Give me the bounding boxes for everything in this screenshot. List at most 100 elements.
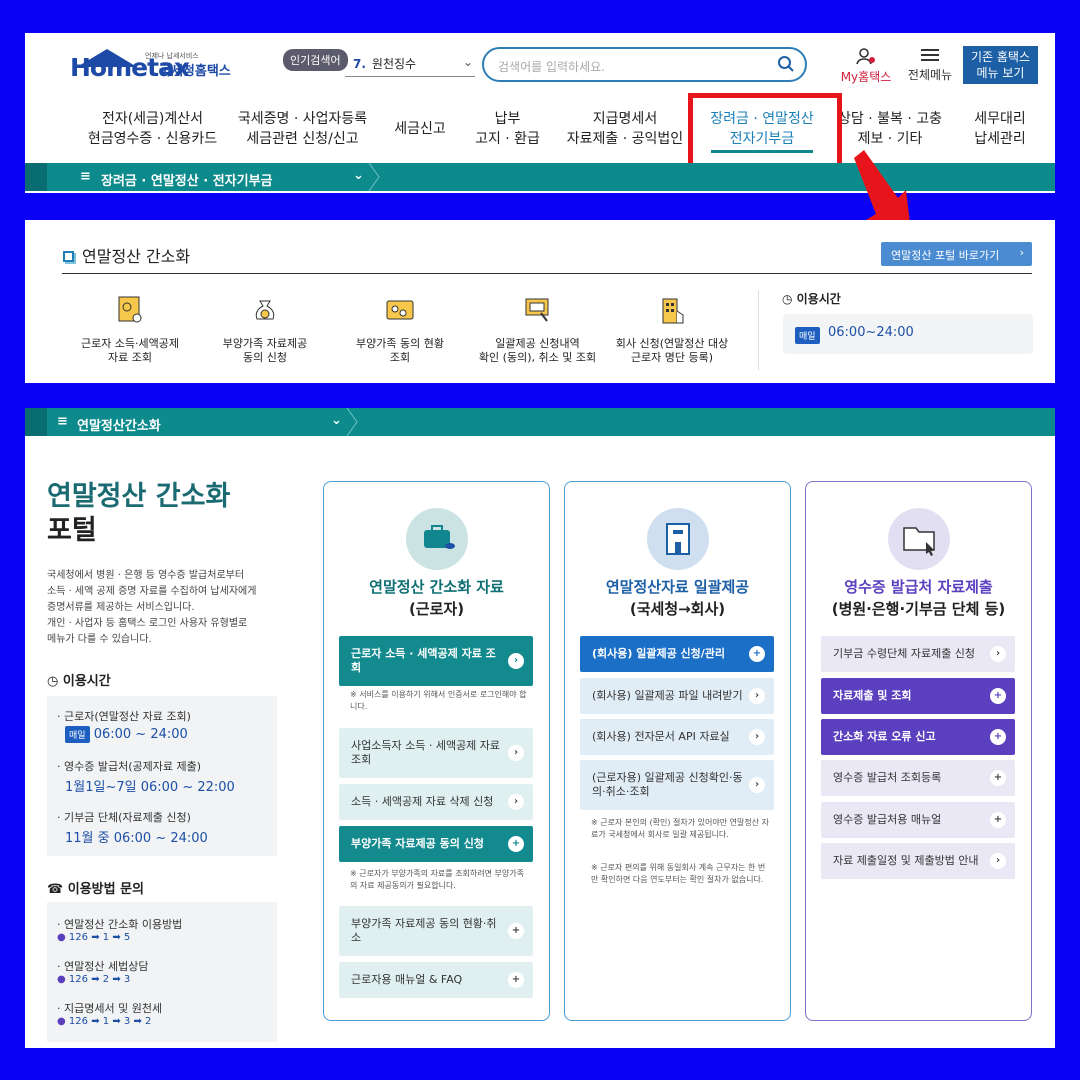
chevron-right-icon: › bbox=[990, 853, 1006, 869]
card-menu-item[interactable]: 근로자 소득 · 세액공제 자료 조회 › bbox=[339, 636, 533, 686]
card-menu-item[interactable]: 간소화 자료 오류 신고 + bbox=[821, 719, 1015, 755]
card-menu-label: 영수증 발급처용 매뉴얼 bbox=[833, 813, 942, 826]
hamburger-icon bbox=[921, 49, 939, 61]
service-company-application[interactable]: 회사 신청(연말정산 대상 근로자 명단 등록) bbox=[607, 295, 737, 365]
nav-label: 세무대리 bbox=[974, 111, 1026, 127]
inquiry-steps: ● 126 ➡ 2 ➡ 3 bbox=[57, 974, 131, 985]
briefcase-icon bbox=[406, 508, 468, 570]
id-card-icon bbox=[386, 300, 414, 320]
card-menu-item[interactable]: 영수증 발급처 조회등록 + bbox=[821, 760, 1015, 796]
card-menu-item[interactable]: 부양가족 자료제공 동의 신청 + bbox=[339, 826, 533, 862]
nav-label: 국세증명 · 사업자등록 bbox=[237, 111, 368, 127]
portal-shortcut-button[interactable]: 연말정산 포털 바로가기 › bbox=[881, 242, 1032, 266]
nav-payment[interactable]: 납부 고지 · 환급 bbox=[465, 109, 550, 149]
section-divider bbox=[62, 273, 1032, 274]
card-menu-label: (회사용) 일괄제공 신청/관리 bbox=[592, 647, 726, 660]
card-menu-item[interactable]: 기부금 수령단체 자료제출 신청 › bbox=[821, 636, 1015, 672]
service-label: 동의 신청 bbox=[243, 351, 287, 364]
phone-circle-icon: ● bbox=[57, 932, 66, 943]
chevron-right-icon: › bbox=[990, 646, 1006, 662]
service-dependent-status[interactable]: 부양가족 동의 현황 조회 bbox=[340, 295, 460, 365]
use-time-heading: ◷ 이용시간 bbox=[47, 670, 111, 689]
search-input[interactable]: 검색어를 입력하세요. bbox=[482, 47, 807, 82]
nav-certificates[interactable]: 국세증명 · 사업자등록세금관련 신청/신고 bbox=[230, 109, 375, 149]
card-menu-label: 부양가족 자료제공 동의 신청 bbox=[351, 837, 484, 850]
breadcrumb-divider-icon bbox=[368, 163, 380, 191]
card-title-line1: 영수증 발급처 자료제출 bbox=[844, 578, 993, 596]
search-icon[interactable] bbox=[777, 55, 795, 73]
inquiry-steps: ● 126 ➡ 1 ➡ 5 bbox=[57, 932, 131, 943]
square-bullet-icon bbox=[63, 251, 74, 262]
my-hometax-label: My홈택스 bbox=[840, 70, 892, 84]
step: 126 bbox=[68, 1016, 89, 1027]
phone-circle-icon: ● bbox=[57, 974, 66, 985]
breadcrumb-bar[interactable]: ≡ 연말정산간소화 ⌄ bbox=[25, 408, 1055, 436]
card-title: 연말정산 간소화 자료 (근로자) bbox=[324, 576, 549, 620]
daily-badge: 매일 bbox=[65, 726, 90, 743]
card-menu-item[interactable]: 소득 · 세액공제 자료 삭제 신청 › bbox=[339, 784, 533, 820]
breadcrumb-label: 장려금 · 연말정산 · 전자기부금 bbox=[101, 174, 273, 189]
card-menu-item[interactable]: 근로자용 매뉴얼 & FAQ + bbox=[339, 962, 533, 998]
money-bag-icon bbox=[255, 300, 275, 320]
old-hometax-button[interactable]: 기존 홈택스 메뉴 보기 bbox=[963, 46, 1038, 84]
use-time-heading: ◷ 이용시간 bbox=[782, 290, 841, 307]
card-issuer: 영수증 발급처 자료제출 (병원·은행·기부금 단체 등) 기부금 수령단체 자료… bbox=[805, 481, 1032, 1021]
nav-payment-statement[interactable]: 지급명세서 자료제출 · 공익법인 bbox=[560, 109, 690, 149]
popular-search-select[interactable]: 7. 원천징수 ⌄ bbox=[345, 55, 475, 77]
nav-e-invoice[interactable]: 전자(세금)계산서 현금영수증 · 신용카드 bbox=[80, 109, 225, 149]
step: 2 bbox=[102, 974, 110, 985]
card-title-line1: 연말정산자료 일괄제공 bbox=[605, 578, 750, 596]
card-menu-label: (회사용) 일괄제공 파일 내려받기 bbox=[592, 689, 743, 702]
service-dependent-consent[interactable]: 부양가족 자료제공 동의 신청 bbox=[205, 295, 325, 365]
service-batch-history[interactable]: 일괄제공 신청내역 확인 (동의), 취소 및 조회 bbox=[470, 295, 605, 365]
step: 126 bbox=[68, 974, 89, 985]
card-menu-label: 영수증 발급처 조회등록 bbox=[833, 771, 942, 784]
nav-tax-agent[interactable]: 세무대리납세관리 bbox=[960, 109, 1040, 149]
time-value: 06:00 ~ 24:00 bbox=[93, 727, 188, 742]
logo-korean: 국세청홈택스 bbox=[159, 64, 231, 79]
plus-icon: + bbox=[508, 923, 524, 939]
chevron-right-icon: › bbox=[749, 688, 765, 704]
service-label: 자료 조회 bbox=[108, 351, 152, 364]
card-menu-item[interactable]: 자료제출 및 조회 + bbox=[821, 678, 1015, 714]
step: 3 bbox=[123, 1016, 131, 1027]
nav-tax-return[interactable]: 세금신고 bbox=[385, 119, 455, 139]
card-menu-item[interactable]: 자료 제출일정 및 제출방법 안내 › bbox=[821, 843, 1015, 879]
nav-label: 자료제출 · 공익법인 bbox=[566, 131, 684, 147]
step: 3 bbox=[123, 974, 131, 985]
card-menu-item[interactable]: (회사용) 전자문서 API 자료실 › bbox=[580, 719, 774, 755]
card-menu-item[interactable]: 부양가족 자료제공 동의 현황·취소 + bbox=[339, 906, 533, 956]
chevron-right-icon: › bbox=[1019, 246, 1024, 259]
nav-consulting[interactable]: 상담 · 불복 · 고충 제보 · 기타 bbox=[835, 109, 945, 149]
search-placeholder: 검색어를 입력하세요. bbox=[498, 60, 605, 74]
my-hometax-button[interactable]: My홈택스 bbox=[840, 47, 892, 85]
chevron-right-icon: › bbox=[508, 794, 524, 810]
popular-term: 원천징수 bbox=[371, 57, 417, 71]
nav-label: 전자(세금)계산서 bbox=[101, 111, 204, 127]
inquiry-label: 이용방법 문의 bbox=[67, 882, 145, 897]
service-label: 근로자 명단 등록) bbox=[630, 351, 714, 364]
desc-line: 국세청에서 병원 · 은행 등 영수증 발급처로부터 bbox=[47, 570, 245, 581]
all-menu-button[interactable]: 전체메뉴 bbox=[905, 47, 955, 83]
plus-icon: + bbox=[990, 729, 1006, 745]
nav-label: 납세관리 bbox=[974, 131, 1026, 147]
card-menu-item[interactable]: 사업소득자 소득 · 세액공제 자료 조회 › bbox=[339, 728, 533, 778]
card-menu-item[interactable]: (회사용) 일괄제공 파일 내려받기 › bbox=[580, 678, 774, 714]
desc-line: 증명서류를 제공하는 서비스입니다. bbox=[47, 602, 195, 613]
card-menu-item[interactable]: 영수증 발급처용 매뉴얼 + bbox=[821, 802, 1015, 838]
service-label: 확인 (동의), 취소 및 조회 bbox=[478, 351, 597, 364]
card-title-line2: (국세청→회사) bbox=[629, 600, 726, 618]
old-button-line2: 메뉴 보기 bbox=[976, 66, 1025, 80]
portal-title: 연말정산 간소화 포털 bbox=[47, 480, 230, 548]
card-title-line1: 연말정산 간소화 자료 bbox=[369, 578, 504, 596]
service-worker-deduction[interactable]: 근로자 소득·세액공제 자료 조회 bbox=[70, 295, 190, 365]
card-menu-item[interactable]: (근로자용) 일괄제공 신청확인·동의·취소·조회 › bbox=[580, 760, 774, 810]
nav-label: 세금관련 신청/신고 bbox=[246, 131, 359, 147]
building-icon bbox=[647, 508, 709, 570]
all-menu-label: 전체메뉴 bbox=[907, 68, 953, 82]
plus-icon: + bbox=[749, 646, 765, 662]
desc-line: 개인 · 사업자 등 홈택스 로그인 사용자 유형별로 bbox=[47, 618, 248, 629]
card-menu-label: 부양가족 자료제공 동의 현황·취소 bbox=[351, 917, 497, 944]
inquiry-item: · 연말정산 간소화 이용방법 bbox=[57, 918, 183, 931]
card-menu-item[interactable]: (회사용) 일괄제공 신청/관리 + bbox=[580, 636, 774, 672]
